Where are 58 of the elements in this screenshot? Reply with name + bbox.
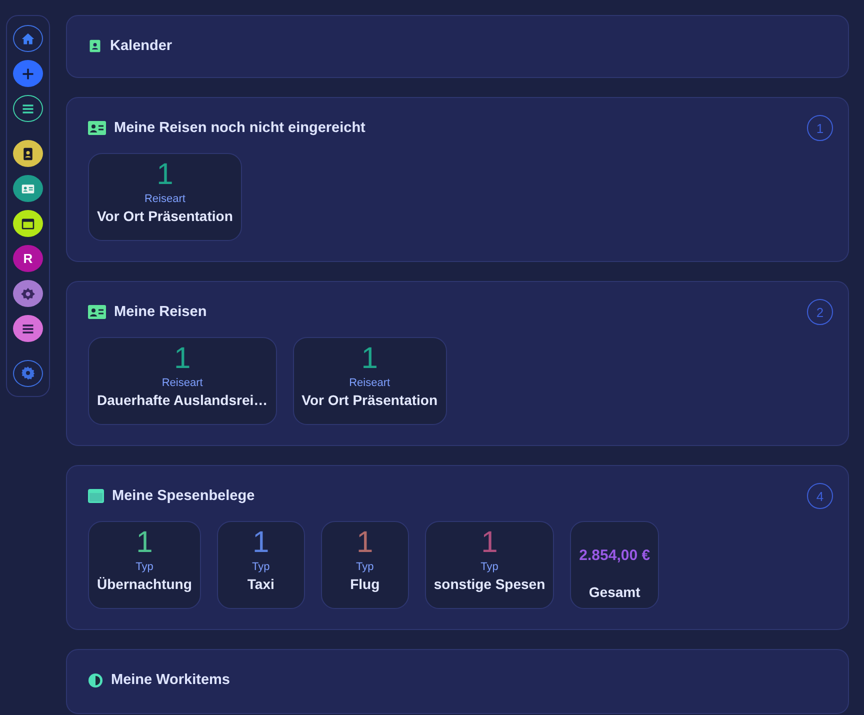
tile-label: Taxi — [247, 576, 274, 592]
tile-label: Übernachtung — [97, 576, 192, 592]
tile-label: Vor Ort Präsentation — [302, 392, 438, 408]
list-icon — [21, 102, 35, 116]
list-icon — [21, 322, 35, 336]
tile-value: 1 — [156, 158, 174, 192]
id-card-icon — [88, 305, 106, 319]
id-card-icon — [88, 121, 106, 135]
sidebar-button[interactable] — [13, 140, 43, 168]
tile-value: 1 — [174, 342, 191, 376]
count-badge: 4 — [807, 483, 833, 509]
stat-tile[interactable]: 1 Typ Taxi — [216, 521, 305, 609]
tile-value: 1 — [481, 526, 498, 560]
section-title: Meine Reisen — [114, 304, 208, 320]
settings-icon — [21, 366, 35, 380]
stat-tile[interactable]: 1 Typ Übernachtung — [88, 521, 201, 609]
tile-value: 1 — [252, 526, 270, 560]
tile-caption: Typ — [356, 561, 374, 573]
half-circle-icon — [88, 672, 103, 688]
tile-value: 1 — [356, 526, 374, 560]
tile-caption: Reiseart — [144, 193, 186, 205]
section-title: Meine Spesenbelege — [112, 488, 256, 504]
tile-caption: Typ — [480, 561, 498, 573]
sidebar-button[interactable] — [13, 175, 43, 202]
count-badge: 2 — [807, 299, 833, 325]
plus-icon — [21, 66, 35, 81]
contact-book-icon — [21, 146, 35, 161]
home-icon — [21, 32, 35, 46]
id-card-icon — [20, 182, 36, 196]
count-badge: 1 — [807, 115, 833, 141]
window-icon — [21, 216, 35, 231]
stat-tile[interactable]: 1 Reiseart Vor Ort Präsentation — [88, 153, 242, 241]
tile-caption: Typ — [252, 561, 270, 573]
tile-caption: Reiseart — [162, 377, 203, 389]
tile-value: 2.854,00 € — [579, 546, 650, 566]
section-title: Meine Workitems — [111, 672, 231, 688]
cog-icon — [21, 286, 35, 301]
tile-label: Flug — [350, 576, 380, 592]
sidebar-button[interactable]: R — [13, 245, 43, 272]
tile-label: Gesamt — [588, 584, 640, 600]
tile-value: 1 — [361, 342, 378, 376]
stat-tile[interactable]: 1 Typ sonstige Spesen — [424, 521, 554, 609]
sidebar-button[interactable] — [13, 95, 43, 122]
sidebar-button[interactable] — [13, 210, 43, 238]
contact-book-icon — [88, 39, 102, 53]
section-title: Meine Reisen noch nicht eingereicht — [114, 120, 366, 136]
stat-tile[interactable]: 1 Reiseart Vor Ort Präsentation — [292, 337, 447, 425]
tile-caption: Reiseart — [349, 377, 390, 389]
tile-label: Vor Ort Präsentation — [97, 208, 233, 224]
section-title: Kalender — [110, 38, 174, 54]
stat-tile[interactable]: 1 Typ Flug — [320, 521, 409, 609]
window-icon — [88, 489, 104, 503]
tile-value: 1 — [136, 526, 153, 560]
tile-label: Dauerhafte Auslandsrei… — [97, 392, 268, 408]
tile-caption: Typ — [136, 561, 154, 573]
tile-label: sonstige Spesen — [434, 576, 546, 592]
stat-tile[interactable]: 2.854,00 € Gesamt — [570, 521, 660, 609]
stat-tile[interactable]: 1 Reiseart Dauerhafte Auslandsrei… — [88, 337, 277, 425]
